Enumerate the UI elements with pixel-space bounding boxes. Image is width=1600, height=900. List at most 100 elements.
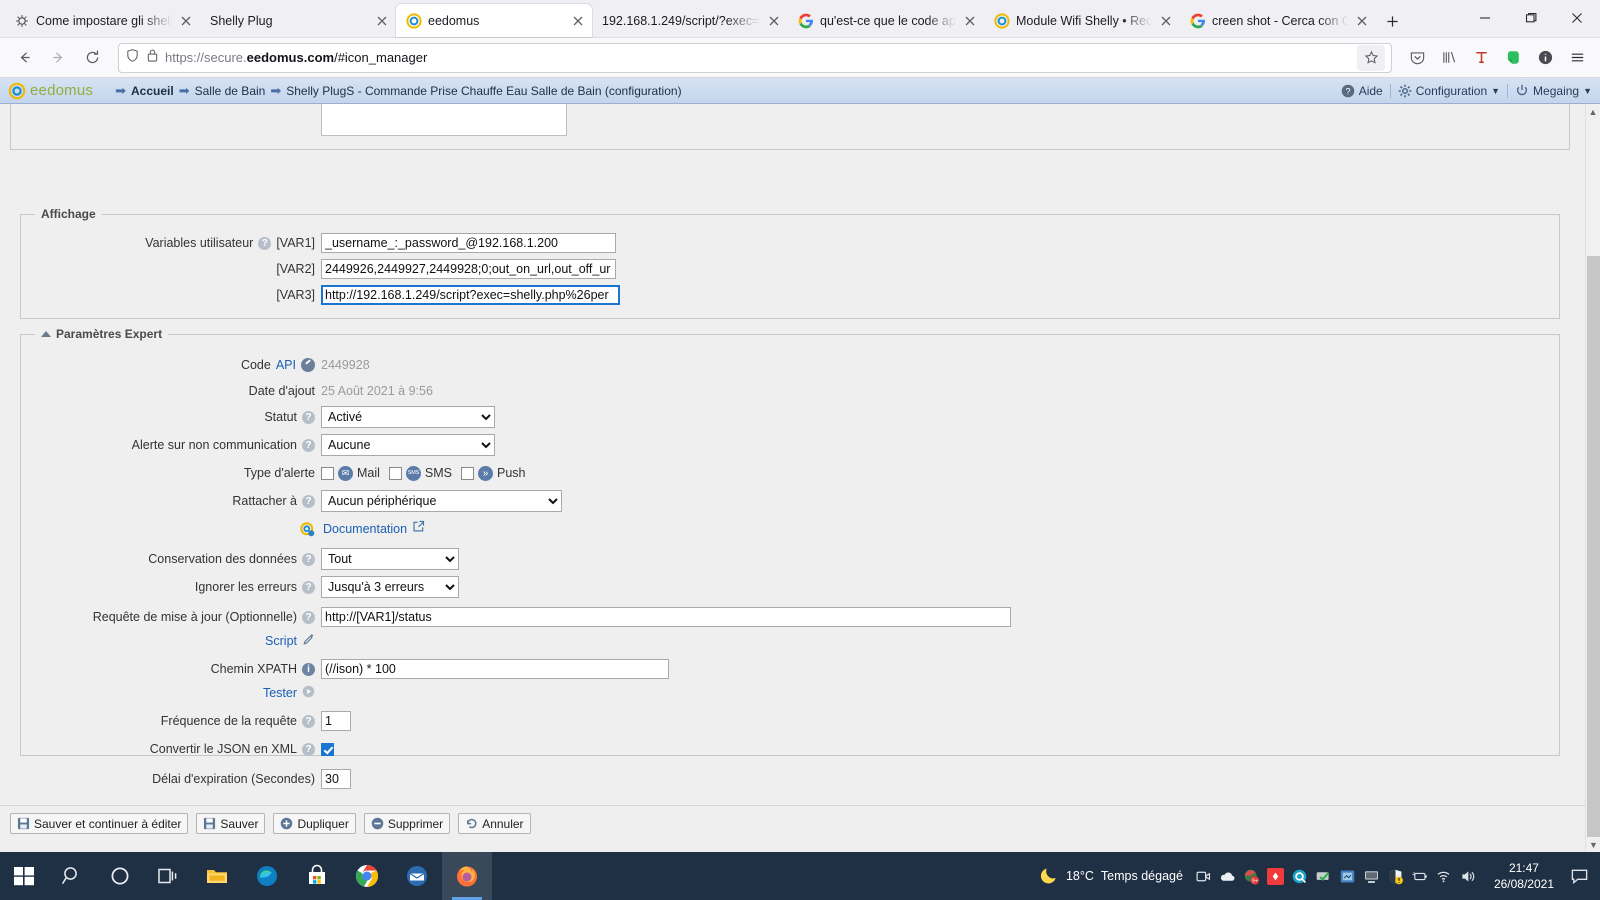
notification-badge-icon[interactable]: 9+ <box>1243 868 1260 885</box>
help-icon[interactable]: ? <box>302 715 315 728</box>
back-icon[interactable] <box>8 42 40 74</box>
push-checkbox[interactable] <box>461 467 474 480</box>
close-icon[interactable] <box>1354 13 1370 29</box>
edge-icon[interactable] <box>242 852 292 900</box>
help-icon[interactable]: ? <box>302 553 315 566</box>
play-icon[interactable] <box>302 685 315 701</box>
display-icon[interactable] <box>1363 868 1380 885</box>
save-and-continue-button[interactable]: Sauver et continuer à éditer <box>10 813 188 834</box>
eedomus-tray-icon[interactable] <box>1291 868 1308 885</box>
close-icon[interactable] <box>570 13 586 29</box>
help-icon[interactable]: ? <box>302 611 315 624</box>
new-tab-button[interactable] <box>1376 5 1408 37</box>
cancel-button[interactable]: Annuler <box>458 813 530 834</box>
weather-widget[interactable]: 18°C Temps dégagé <box>1039 865 1183 888</box>
var3-input[interactable] <box>321 285 620 305</box>
menu-icon[interactable] <box>1562 43 1592 73</box>
task-view-icon[interactable] <box>144 852 192 900</box>
security-warning-icon[interactable] <box>1387 868 1404 885</box>
configuration-menu[interactable]: Configuration ▼ <box>1398 84 1500 98</box>
var1-input[interactable] <box>321 233 616 253</box>
browser-tab-0[interactable]: Come impostare gli shelly <box>4 4 200 37</box>
conservation-select[interactable]: Tout <box>321 548 459 570</box>
vertical-scrollbar[interactable]: ▲ ▼ <box>1585 104 1600 852</box>
wifi-icon[interactable] <box>1435 868 1452 885</box>
recording-icon[interactable] <box>1267 868 1284 885</box>
browser-tab-6[interactable]: creen shot - Cerca con Goo <box>1180 4 1376 37</box>
api-link[interactable]: API <box>276 358 296 372</box>
reload-icon[interactable] <box>76 42 108 74</box>
statut-select[interactable]: Activé <box>321 406 495 428</box>
collapse-triangle-icon[interactable] <box>41 331 51 337</box>
evernote-icon[interactable] <box>1498 43 1528 73</box>
cortana-icon[interactable] <box>96 852 144 900</box>
bookmark-star-icon[interactable] <box>1357 45 1385 71</box>
help-button[interactable]: ? Aide <box>1341 84 1383 98</box>
volume-icon[interactable] <box>1459 868 1476 885</box>
cut-off-textarea[interactable] <box>321 104 567 136</box>
text-tool-icon[interactable] <box>1466 43 1496 73</box>
browser-tab-5[interactable]: Module Wifi Shelly • Reque <box>984 4 1180 37</box>
minimize-button[interactable] <box>1462 0 1508 37</box>
scrollbar-thumb[interactable] <box>1587 256 1600 837</box>
close-icon[interactable] <box>1158 13 1174 29</box>
help-icon[interactable]: ? <box>302 411 315 424</box>
onedrive-icon[interactable] <box>1219 868 1236 885</box>
mail-checkbox[interactable] <box>321 467 334 480</box>
chrome-icon[interactable] <box>342 852 392 900</box>
tester-link[interactable]: Tester <box>263 686 297 700</box>
alert-option-push[interactable]: » Push <box>461 466 526 481</box>
user-menu[interactable]: Megaing ▼ <box>1515 84 1592 98</box>
help-icon[interactable]: ? <box>302 743 315 756</box>
windows-start-icon[interactable] <box>0 852 48 900</box>
alert-option-mail[interactable]: ✉ Mail <box>321 466 380 481</box>
battery-icon[interactable] <box>1411 868 1428 885</box>
scroll-down-icon[interactable]: ▼ <box>1586 837 1600 852</box>
close-icon[interactable] <box>178 13 194 29</box>
info-icon[interactable]: i <box>302 663 315 676</box>
browser-tab-4[interactable]: qu'est-ce que le code api - <box>788 4 984 37</box>
browser-tab-3[interactable]: 192.168.1.249/script/?exec=she <box>592 4 788 37</box>
file-explorer-icon[interactable] <box>192 852 242 900</box>
pocket-icon[interactable] <box>1402 43 1432 73</box>
sms-checkbox[interactable] <box>389 467 402 480</box>
library-icon[interactable] <box>1434 43 1464 73</box>
ignorer-select[interactable]: Jusqu'à 3 erreurs <box>321 576 459 598</box>
action-center-icon[interactable] <box>1566 863 1592 889</box>
help-icon[interactable]: ? <box>302 495 315 508</box>
alert-option-sms[interactable]: SMS SMS <box>389 466 452 481</box>
script-link[interactable]: Script <box>265 634 297 648</box>
mail-icon[interactable] <box>392 852 442 900</box>
microsoft-store-icon[interactable] <box>292 852 342 900</box>
eedomus-logo[interactable]: eedomus <box>8 82 93 100</box>
rattacher-select[interactable]: Aucun périphérique <box>321 490 562 512</box>
maximize-button[interactable] <box>1508 0 1554 37</box>
address-bar[interactable]: https://secure.eedomus.com/#icon_manager <box>118 43 1392 73</box>
requete-input[interactable] <box>321 607 1011 627</box>
save-button[interactable]: Sauver <box>196 813 265 834</box>
forward-icon[interactable] <box>42 42 74 74</box>
help-icon[interactable]: ? <box>258 237 271 250</box>
alerte-select[interactable]: Aucune <box>321 434 495 456</box>
json-xml-checkbox[interactable] <box>321 743 334 756</box>
delete-button[interactable]: Supprimer <box>364 813 450 834</box>
taskbar-clock[interactable]: 21:47 26/08/2021 <box>1488 860 1560 892</box>
help-icon[interactable]: ? <box>302 581 315 594</box>
browser-tab-2[interactable]: eedomus <box>396 4 592 37</box>
frequence-input[interactable] <box>321 711 351 731</box>
documentation-link[interactable]: Documentation <box>323 522 407 536</box>
expert-legend[interactable]: Paramètres Expert <box>35 327 168 341</box>
var2-input[interactable] <box>321 259 616 279</box>
search-icon[interactable] <box>48 852 96 900</box>
camera-icon[interactable] <box>1195 868 1212 885</box>
close-window-button[interactable] <box>1554 0 1600 37</box>
remote-desktop-icon[interactable] <box>1339 868 1356 885</box>
firefox-icon[interactable] <box>442 852 492 900</box>
xpath-input[interactable] <box>321 659 669 679</box>
duplicate-button[interactable]: Dupliquer <box>273 813 355 834</box>
help-icon[interactable]: ? <box>302 439 315 452</box>
pencil-icon[interactable] <box>302 633 315 649</box>
close-icon[interactable] <box>374 13 390 29</box>
breadcrumb-item-accueil[interactable]: Accueil <box>131 84 174 98</box>
close-icon[interactable] <box>766 13 782 29</box>
